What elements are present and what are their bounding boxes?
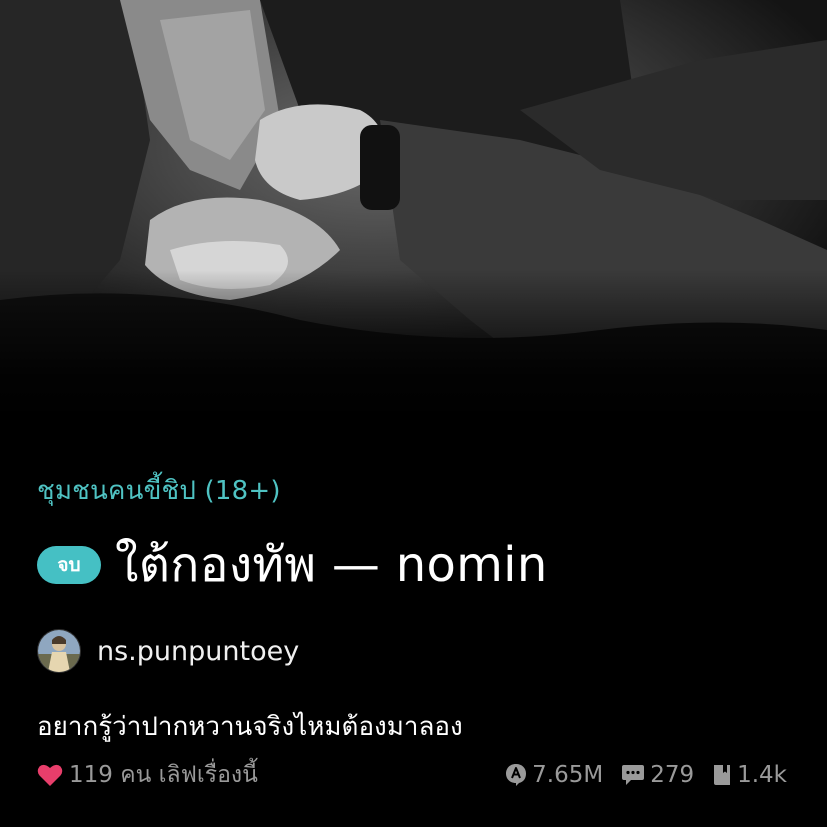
heart-icon[interactable] — [37, 763, 63, 787]
book-icon — [712, 764, 732, 786]
love-count[interactable]: 119 คน เลิฟเรื่องนี้ — [37, 757, 258, 793]
views-stat: 7.65M — [505, 762, 603, 788]
category-label[interactable]: ชุมชนคนขี้ชิป (18+) — [37, 470, 281, 511]
author-row[interactable]: ns.punpuntoey — [37, 629, 299, 673]
stats-row: 119 คน เลิฟเรื่องนี้ 7.65M 279 1.4k — [37, 760, 787, 790]
love-text: 119 คน เลิฟเรื่องนี้ — [69, 762, 258, 788]
views-icon — [505, 763, 527, 787]
chapters-stat: 1.4k — [712, 762, 787, 788]
story-synopsis: อยากรู้ว่าปากหวานจริงไหมต้องมาลอง — [37, 712, 463, 742]
comment-bubble-icon — [621, 764, 645, 786]
story-title-row: จบ ใต้กองทัพ — nomin — [37, 532, 548, 598]
story-counts: 7.65M 279 1.4k — [505, 762, 787, 788]
comments-count: 279 — [650, 762, 695, 788]
avatar[interactable] — [37, 629, 81, 673]
cover-image — [0, 0, 827, 420]
comments-stat: 279 — [621, 762, 694, 788]
chapters-count: 1.4k — [737, 762, 787, 788]
story-title: ใต้กองทัพ — nomin — [115, 537, 548, 593]
author-name[interactable]: ns.punpuntoey — [97, 636, 299, 667]
views-count: 7.65M — [532, 762, 604, 788]
status-badge: จบ — [37, 546, 101, 584]
